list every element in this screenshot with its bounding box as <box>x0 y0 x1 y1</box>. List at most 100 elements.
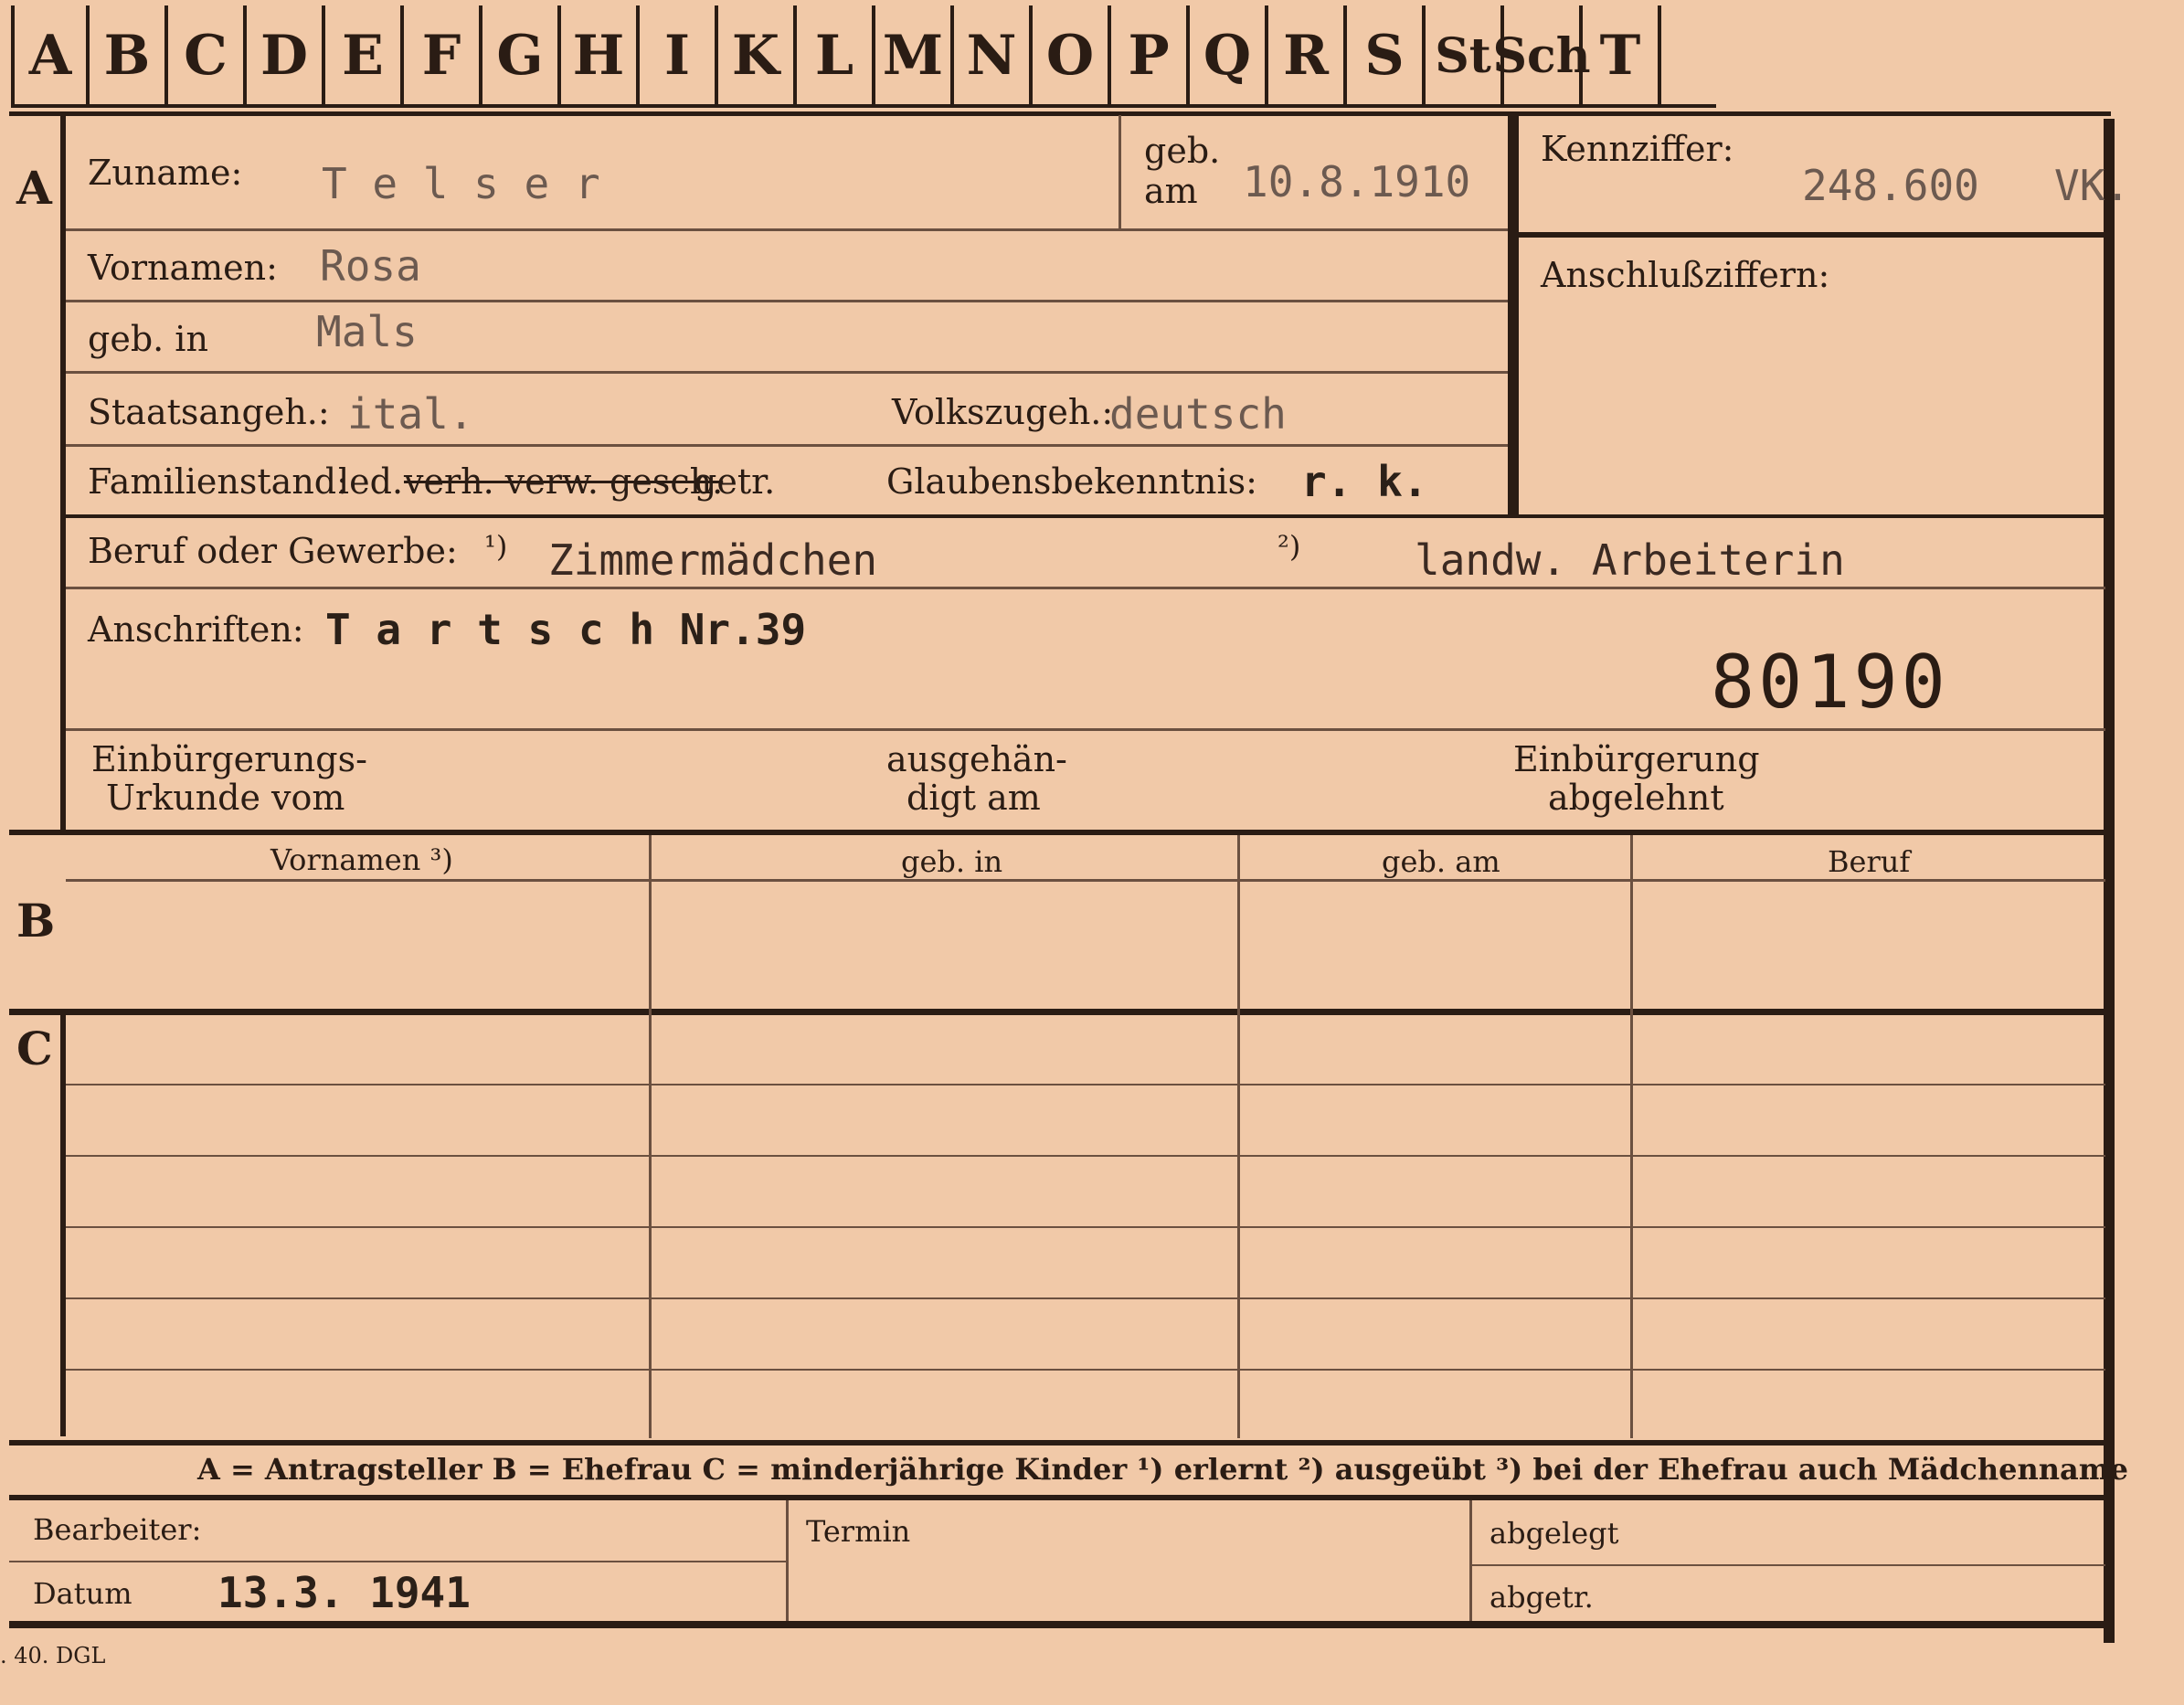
alphabet-tab-sch: Sch <box>1492 5 1591 106</box>
alphabet-tab-s: S <box>1347 5 1426 106</box>
footer-divider <box>1469 1500 1472 1623</box>
stamp-number: 80190 <box>1711 640 1949 725</box>
section-b-letter: B <box>16 894 56 948</box>
column-header-vornamen: Vornamen ³) <box>270 842 453 877</box>
alphabet-tab-d: D <box>247 5 325 106</box>
legend-text: A = Antragsteller B = Ehefrau C = minder… <box>197 1452 2128 1487</box>
section-a-left-border <box>60 113 66 835</box>
alphabet-tab-k: K <box>718 5 797 106</box>
anschriften-label: Anschriften: <box>88 609 304 650</box>
ausgehaendigt-line2: digt am <box>906 778 1041 818</box>
alphabet-tab-i: I <box>640 5 718 106</box>
alphabet-tab-b: B <box>90 5 168 106</box>
table-column-divider <box>649 835 652 1438</box>
table-header-divider <box>66 879 2105 882</box>
alphabet-tab-p: P <box>1111 5 1190 106</box>
datum-label: Datum <box>33 1576 133 1611</box>
card-bottom-border <box>9 1621 2115 1628</box>
beruf-value-2: landw. Arbeiterin <box>1415 535 1845 585</box>
alphabet-tab-q: Q <box>1190 5 1268 106</box>
zuname-label: Zuname: <box>88 153 243 193</box>
geb-in-label: geb. in <box>88 319 208 359</box>
bearbeiter-label: Bearbeiter: <box>33 1512 202 1547</box>
section-c-left-border <box>60 1012 66 1436</box>
table-column-divider <box>1237 835 1240 1438</box>
row-divider <box>66 228 1510 231</box>
beruf-mark-1: ¹) <box>484 529 508 564</box>
section-b-c-divider <box>9 1009 2105 1015</box>
table-row-line <box>66 1226 2105 1228</box>
row-divider <box>66 728 2105 731</box>
beruf-value-1: Zimmermädchen <box>548 535 878 585</box>
staatsangeh-label: Staatsangeh.: <box>88 392 330 432</box>
kennziffer-box-left-border <box>1508 115 1519 517</box>
vornamen-label: Vornamen: <box>88 248 278 288</box>
am-label: am <box>1144 171 1198 211</box>
alphabet-tab-t: T <box>1583 5 1661 106</box>
alphabet-tab-a: A <box>11 5 90 106</box>
zuname-value: T e l s e r <box>322 159 600 208</box>
glauben-label: Glaubensbekenntnis: <box>886 461 1257 502</box>
table-row-line <box>66 1369 2105 1371</box>
anschriften-value: T a r t s c h Nr.39 <box>325 605 807 654</box>
anschlussziffern-label: Anschlußziffern: <box>1541 255 1830 295</box>
column-header-beruf: Beruf <box>1828 844 1911 879</box>
abgetr-label: abgetr. <box>1490 1580 1594 1615</box>
alphabet-tab-h: H <box>561 5 640 106</box>
datum-value: 13.3. 1941 <box>217 1568 471 1617</box>
termin-label: Termin <box>806 1514 911 1549</box>
einbuergerung-abgelehnt-line2: abgelehnt <box>1548 778 1724 818</box>
volkszugeh-value: deutsch <box>1109 389 1287 439</box>
abgelegt-label: abgelegt <box>1490 1516 1619 1551</box>
alphabet-tab-n: N <box>954 5 1033 106</box>
table-top-border <box>9 830 2105 835</box>
section-c-letter: C <box>16 1022 53 1075</box>
vornamen-value: Rosa <box>320 241 421 291</box>
legend-top-border <box>9 1440 2105 1446</box>
column-header-geb-am: geb. am <box>1382 844 1500 879</box>
column-header-geb-in: geb. in <box>901 844 1003 879</box>
tab-bar-bottom-border <box>11 104 1716 108</box>
alphabet-tab-bar: A B C D E F G H I K L M N O P Q R S St Sch T <box>11 5 1661 106</box>
alphabet-tab-o: O <box>1033 5 1111 106</box>
geb-label: geb. <box>1144 131 1221 171</box>
print-code: . 40. DGL <box>0 1643 106 1668</box>
kennziffer-label: Kennziffer: <box>1541 129 1734 169</box>
kennziffer-suffix: VK. <box>2054 161 2131 210</box>
alphabet-tab-c: C <box>168 5 247 106</box>
footer-row-line <box>9 1561 788 1562</box>
beruf-mark-2: ²) <box>1278 529 1301 564</box>
alphabet-tab-m: M <box>875 5 954 106</box>
glauben-value: r. k. <box>1301 457 1428 506</box>
row-divider <box>66 371 1510 374</box>
familienstand-led: led. <box>338 461 404 502</box>
geb-am-divider <box>1119 115 1121 228</box>
kennziffer-value: 248.600 <box>1802 161 1979 210</box>
alphabet-tab-l: L <box>797 5 875 106</box>
table-row-line <box>66 1297 2105 1299</box>
footer-row-line <box>1471 1564 2105 1566</box>
staatsangeh-value: ital. <box>347 389 474 439</box>
row-divider <box>66 514 2105 518</box>
einbuergerungs-urkunde-line1: Einbürgerungs- <box>91 739 367 779</box>
kennziffer-box-divider <box>1519 232 2105 238</box>
beruf-label: Beruf oder Gewerbe: <box>88 531 458 571</box>
row-divider <box>66 587 2105 589</box>
alphabet-tab-g: G <box>482 5 561 106</box>
ausgehaendigt-line1: ausgehän- <box>886 739 1067 779</box>
table-row-line <box>66 1084 2105 1085</box>
table-column-divider <box>1630 835 1633 1438</box>
familienstand-label: Familienstand: <box>88 461 348 502</box>
footer-top-border <box>9 1495 2105 1500</box>
alphabet-tab-e: E <box>325 5 404 106</box>
card-top-border <box>9 111 2111 116</box>
alphabet-tab-f: F <box>404 5 482 106</box>
einbuergerung-abgelehnt-line1: Einbürgerung <box>1513 739 1760 779</box>
familienstand-struck: verh. verw. gesch. <box>404 461 724 502</box>
section-a-letter: A <box>16 161 52 215</box>
familienstand-getr: getr. <box>694 461 776 502</box>
row-divider <box>66 444 1510 447</box>
table-row-line <box>66 1155 2105 1157</box>
alphabet-tab-r: R <box>1268 5 1347 106</box>
geb-am-value: 10.8.1910 <box>1243 157 1471 207</box>
